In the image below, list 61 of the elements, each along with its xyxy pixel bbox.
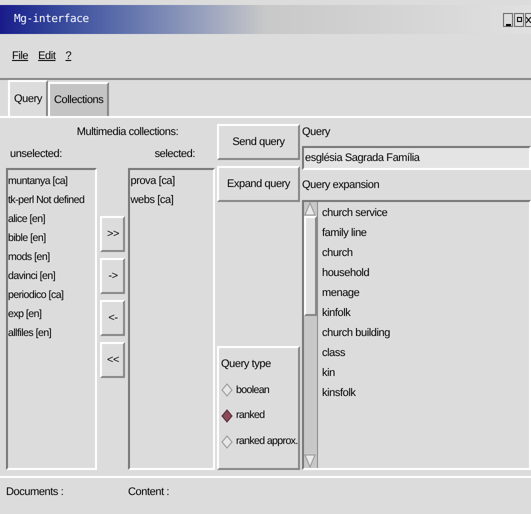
radio-diamond[interactable] — [221, 383, 233, 398]
list-item[interactable]: tk-perl Not defined — [8, 191, 96, 210]
list-item[interactable]: periodico [ca] — [8, 286, 96, 305]
move-button[interactable]: <- — [100, 300, 126, 336]
move-button[interactable]: -> — [100, 258, 126, 294]
scroll-down-icon[interactable] — [304, 454, 316, 468]
expansion-item[interactable]: church — [322, 243, 529, 263]
expansion-item[interactable]: church building — [322, 323, 529, 343]
unselected-label: unselected: — [10, 147, 62, 162]
expansion-list[interactable]: church service family line church household menage kinfolk church building class kin kinsfolk — [302, 200, 531, 470]
expansion-item[interactable]: menage — [322, 283, 529, 303]
close-button[interactable] — [525, 12, 531, 26]
list-item[interactable]: muntanya [ca] — [8, 172, 96, 191]
expansion-item[interactable]: church service — [322, 203, 529, 223]
selected-label: selected: — [154, 147, 195, 162]
list-item[interactable]: prova [ca] — [130, 172, 213, 191]
menu-item[interactable]: Edit — [38, 48, 56, 64]
content-label: Content : — [128, 484, 170, 500]
list-item[interactable]: exp [en] — [8, 305, 96, 324]
action-button[interactable]: Expand query — [217, 166, 300, 202]
list-item[interactable]: alice [en] — [8, 210, 96, 229]
query-label: Query — [302, 125, 332, 140]
move-button[interactable]: << — [100, 342, 126, 378]
expansion-item[interactable]: family line — [322, 223, 529, 243]
move-button[interactable]: >> — [100, 216, 126, 252]
documents-label: Documents : — [6, 484, 64, 500]
minimize-button[interactable] — [503, 12, 513, 26]
maximize-icon — [516, 17, 522, 22]
list-item[interactable]: mods [en] — [8, 248, 96, 267]
minimize-icon — [506, 24, 510, 26]
action-button[interactable]: Send query — [217, 124, 300, 160]
scroll-thumb[interactable] — [304, 216, 317, 316]
collections-heading: Multimedia collections: — [76, 125, 180, 140]
tab[interactable]: Collections — [48, 82, 110, 116]
menu-item[interactable]: File — [12, 48, 28, 64]
list-item[interactable]: allfiles [en] — [8, 324, 96, 343]
expansion-item[interactable]: household — [322, 263, 529, 283]
query-type-title: Query type — [221, 357, 272, 372]
menu-item[interactable]: ? — [65, 48, 72, 64]
query-field[interactable]: església Sagrada Família — [302, 146, 531, 170]
expansion-item[interactable]: kinfolk — [322, 303, 529, 323]
scrollbar[interactable] — [304, 202, 317, 468]
query-expansion-label: Query expansion — [302, 178, 380, 193]
list-item[interactable]: davinci [en] — [8, 267, 96, 286]
expansion-item[interactable]: kin — [322, 363, 529, 383]
expansion-item[interactable]: class — [322, 343, 529, 363]
maximize-button[interactable] — [514, 12, 524, 26]
radio-diamond[interactable] — [221, 409, 233, 424]
scroll-up-icon[interactable] — [304, 202, 316, 216]
unselected-list[interactable]: muntanya [ca] tk-perl Not defined alice [en] bible [en] mods [en] davinci [en] periodico [ca] exp [en] allfiles [en] — [6, 168, 98, 470]
expansion-item[interactable]: kinsfolk — [322, 383, 529, 403]
list-item[interactable]: webs [ca] — [130, 191, 213, 210]
radio-label[interactable]: ranked approx. — [236, 434, 298, 450]
selected-list[interactable]: prova [ca] webs [ca] — [128, 168, 215, 470]
radio-label[interactable]: boolean — [236, 382, 270, 398]
tab[interactable]: Query — [8, 80, 48, 116]
window-title: Mg-interface — [14, 11, 89, 28]
radio-diamond[interactable] — [221, 434, 233, 449]
radio-label[interactable]: ranked — [236, 408, 265, 424]
list-item[interactable]: bible [en] — [8, 229, 96, 248]
close-icon — [526, 16, 531, 22]
